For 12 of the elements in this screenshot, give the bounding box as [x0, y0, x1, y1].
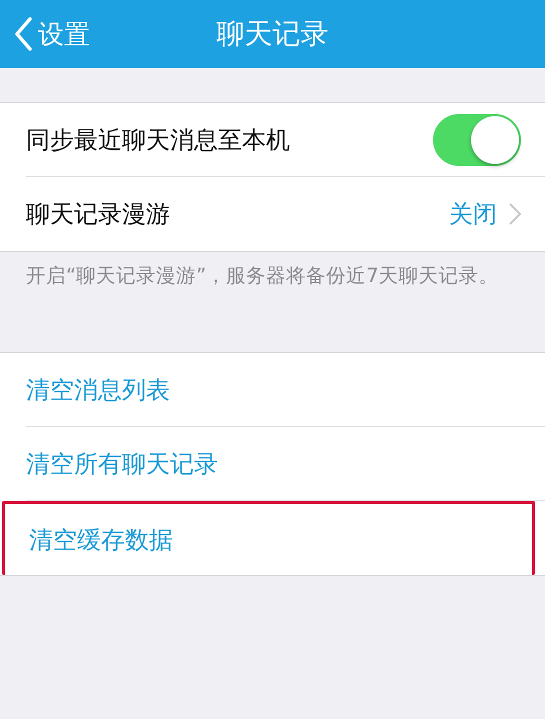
action-item[interactable]: 清空所有聊天记录 [26, 427, 545, 501]
setting-label: 聊天记录漫游 [26, 199, 171, 230]
action-item[interactable]: 清空缓存数据 [2, 501, 535, 575]
toggle-switch[interactable] [433, 114, 521, 166]
chevron-icon [509, 203, 521, 225]
setting-value: 关闭 [449, 199, 497, 230]
setting-label: 同步最近聊天消息至本机 [26, 124, 291, 156]
back-button[interactable]: 设置 [14, 16, 90, 52]
screen-title: 聊天记录 [216, 16, 328, 52]
roaming-note: 开启“聊天记录漫游”，服务器将备份近7天聊天记录。 [26, 263, 500, 289]
action-item[interactable]: 清空消息列表 [26, 353, 545, 427]
back-icon [14, 17, 32, 51]
